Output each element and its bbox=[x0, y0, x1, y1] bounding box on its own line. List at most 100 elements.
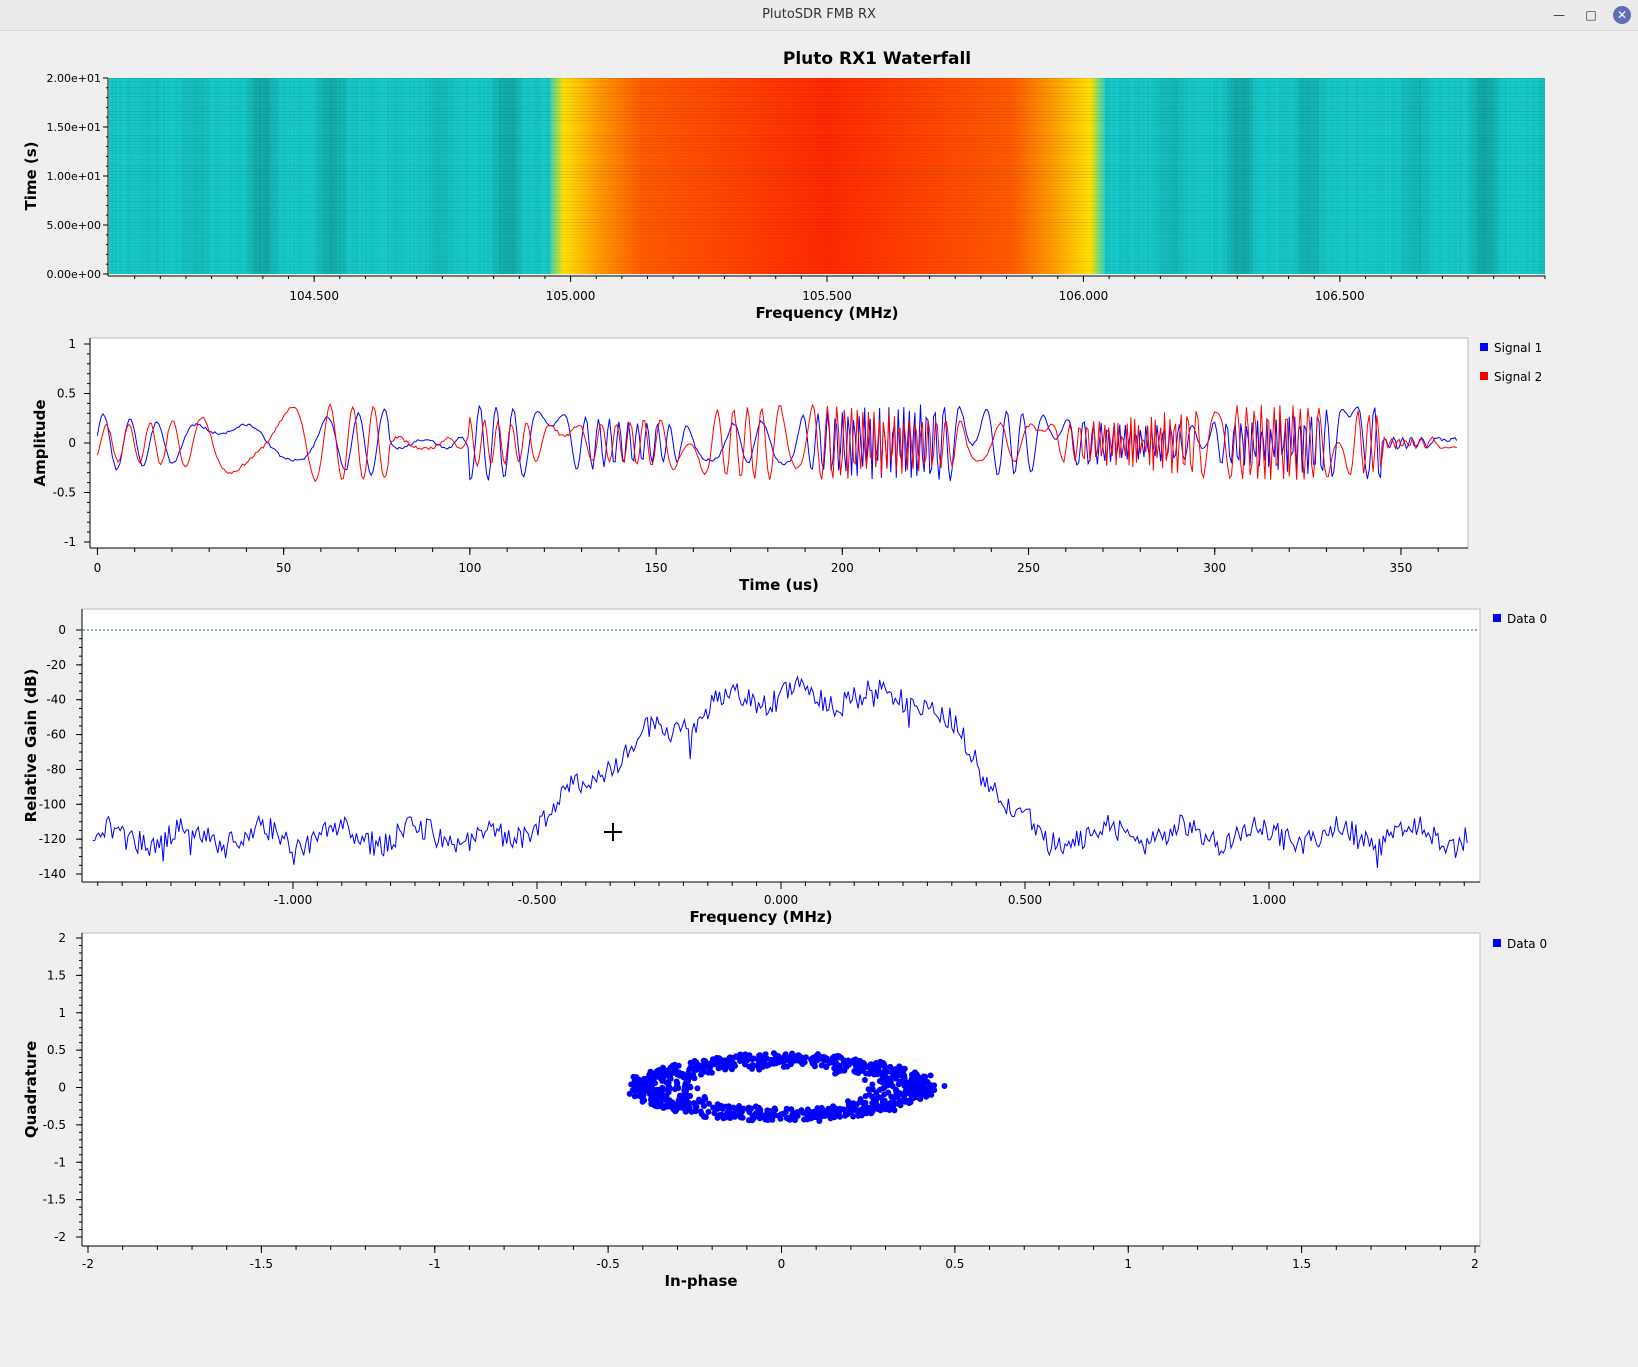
waterfall-stripe bbox=[471, 78, 473, 274]
waterfall-stripe bbox=[275, 78, 277, 274]
waterfall-stripe bbox=[1413, 78, 1415, 274]
waterfall-stripe bbox=[1245, 78, 1247, 274]
waterfall-stripe bbox=[549, 78, 551, 274]
spectrum-x-tick-label: 0.000 bbox=[764, 893, 798, 907]
waterfall-stripe bbox=[465, 78, 467, 274]
minimize-button[interactable]: — bbox=[1550, 6, 1568, 24]
time-x-tick-label: 0 bbox=[94, 561, 102, 575]
waterfall-stripe bbox=[1429, 78, 1431, 274]
constellation-point bbox=[737, 1112, 744, 1119]
waterfall-stripe bbox=[317, 78, 319, 274]
constellation-point bbox=[800, 1109, 806, 1116]
waterfall-hline bbox=[109, 81, 1545, 82]
waterfall-stripe bbox=[311, 78, 313, 274]
constellation-point bbox=[899, 1065, 906, 1072]
waterfall-stripe bbox=[187, 78, 189, 274]
waterfall-stripe bbox=[1421, 78, 1423, 274]
constellation-point bbox=[839, 1066, 846, 1073]
waterfall-stripe bbox=[281, 78, 283, 274]
waterfall-stripe bbox=[1473, 78, 1475, 274]
waterfall-hline bbox=[109, 270, 1545, 271]
time-domain-plot[interactable]: -1 -0.5 0 0.5 1 0 50 100 150 200 250 300 350 Time (us… bbox=[31, 337, 1542, 594]
waterfall-stripe bbox=[185, 78, 187, 274]
constellation-point bbox=[869, 1081, 876, 1088]
constellation-point bbox=[902, 1081, 909, 1088]
waterfall-stripe bbox=[1143, 78, 1145, 274]
waterfall-hline bbox=[109, 150, 1545, 151]
waterfall-stripe bbox=[229, 78, 231, 274]
legend-item-data-0[interactable]: Data 0 bbox=[1493, 612, 1547, 626]
constellation-point bbox=[710, 1056, 716, 1063]
waterfall-stripe bbox=[1219, 78, 1221, 274]
waterfall-stripe bbox=[1401, 78, 1403, 274]
constellation-x-tick-label: -1.5 bbox=[250, 1257, 273, 1271]
waterfall-stripe bbox=[299, 78, 301, 274]
spectrum-y-tick-label: -60 bbox=[46, 728, 66, 742]
waterfall-x-tick-label: 106.000 bbox=[1059, 289, 1109, 303]
legend-item-data-0[interactable]: Data 0 bbox=[1493, 937, 1547, 951]
waterfall-plot[interactable]: Pluto RX1 Waterfall 0.00e+00 5.00e+00 1.00e… bbox=[22, 49, 1546, 322]
constellation-point bbox=[849, 1106, 856, 1113]
constellation-point bbox=[871, 1071, 878, 1078]
waterfall-stripe bbox=[547, 78, 549, 274]
constellation-point bbox=[877, 1086, 883, 1093]
constellation-point bbox=[749, 1065, 755, 1072]
waterfall-stripe bbox=[1527, 78, 1529, 274]
constellation-point bbox=[674, 1080, 681, 1087]
waterfall-stripe bbox=[397, 78, 399, 274]
waterfall-stripe bbox=[1535, 78, 1537, 274]
waterfall-stripe bbox=[211, 78, 213, 274]
constellation-point bbox=[876, 1078, 883, 1085]
waterfall-stripe bbox=[443, 78, 445, 274]
waterfall-stripe bbox=[1411, 78, 1413, 274]
constellation-y-tick-label: -2 bbox=[54, 1230, 66, 1244]
waterfall-stripe bbox=[1409, 78, 1411, 274]
constellation-y-tick-label: -1 bbox=[54, 1155, 66, 1169]
constellation-point bbox=[685, 1070, 692, 1077]
waterfall-stripe bbox=[1451, 78, 1453, 274]
constellation-plot[interactable]: -2 -1.5 -1 -0.5 0 0.5 1 1.5 2 -2 -1.5 -1 -0.5 0 0.5 1 1.… bbox=[22, 931, 1547, 1290]
waterfall-stripe bbox=[521, 78, 523, 274]
close-button[interactable]: ✕ bbox=[1613, 6, 1631, 24]
waterfall-hline bbox=[109, 225, 1545, 226]
constellation-point bbox=[833, 1069, 840, 1076]
waterfall-stripe bbox=[509, 78, 511, 274]
constellation-y-tick-label: 2 bbox=[58, 931, 66, 945]
maximize-button[interactable]: □ bbox=[1582, 6, 1600, 24]
waterfall-stripe bbox=[157, 78, 159, 274]
legend-swatch bbox=[1480, 372, 1488, 380]
waterfall-hline bbox=[109, 228, 1545, 229]
waterfall-stripe bbox=[233, 78, 235, 274]
waterfall-stripe bbox=[1231, 78, 1233, 274]
constellation-point bbox=[873, 1060, 879, 1066]
waterfall-stripe bbox=[1235, 78, 1237, 274]
spectrum-y-tick-label: -140 bbox=[39, 867, 66, 881]
waterfall-stripe bbox=[367, 78, 369, 274]
waterfall-stripe bbox=[491, 78, 493, 274]
waterfall-stripe bbox=[1531, 78, 1533, 274]
waterfall-stripe bbox=[485, 78, 487, 274]
waterfall-stripe bbox=[1257, 78, 1259, 274]
waterfall-stripe bbox=[1317, 78, 1319, 274]
waterfall-stripe bbox=[1285, 78, 1287, 274]
waterfall-hline bbox=[109, 138, 1545, 139]
waterfall-stripe bbox=[519, 78, 521, 274]
constellation-point bbox=[757, 1112, 764, 1119]
waterfall-hline bbox=[109, 78, 1545, 79]
waterfall-stripe bbox=[1309, 78, 1311, 274]
legend-label: Data 0 bbox=[1507, 937, 1547, 951]
spectrum-plot[interactable]: -140 -120 -100 -80 -60 -40 -20 0 -1.000 -0.500 0.0… bbox=[22, 608, 1547, 926]
legend-item-signal-1[interactable]: Signal 1 bbox=[1480, 341, 1542, 355]
waterfall-stripe bbox=[1513, 78, 1515, 274]
waterfall-stripe bbox=[1185, 78, 1187, 274]
waterfall-stripe bbox=[487, 78, 489, 274]
constellation-point bbox=[736, 1103, 743, 1109]
waterfall-hline bbox=[109, 180, 1545, 181]
waterfall-hline bbox=[109, 165, 1545, 166]
waterfall-stripe bbox=[421, 78, 423, 274]
constellation-point bbox=[630, 1073, 637, 1080]
title-bar[interactable]: PlutoSDR FMB RX — □ ✕ bbox=[0, 0, 1638, 31]
legend-item-signal-2[interactable]: Signal 2 bbox=[1480, 370, 1542, 384]
waterfall-stripe bbox=[151, 78, 153, 274]
waterfall-stripe bbox=[1465, 78, 1467, 274]
